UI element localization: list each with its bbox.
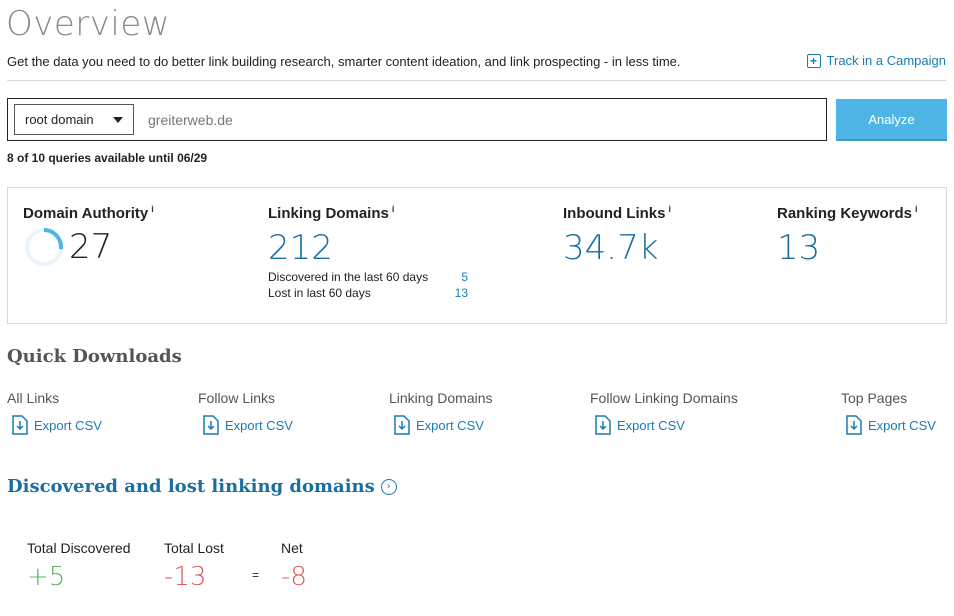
query-quota: 8 of 10 queries available until 06/29 — [7, 151, 208, 165]
file-download-icon — [12, 415, 28, 435]
discovered-label: Discovered in the last 60 days — [268, 270, 429, 284]
total-discovered: Total Discovered +5 — [27, 540, 131, 592]
info-icon[interactable]: i — [151, 204, 154, 214]
export-csv-link[interactable]: Export CSV — [12, 415, 102, 435]
download-label: All Links — [7, 390, 60, 406]
file-download-icon — [846, 415, 862, 435]
download-follow-linking-domains: Follow Linking Domains Export CSV — [590, 390, 738, 435]
track-in-campaign-link[interactable]: + Track in a Campaign — [806, 53, 946, 68]
caret-down-icon — [113, 116, 123, 123]
net-label: Net — [281, 540, 303, 556]
metrics-panel: Domain Authority i 27 Linking Domains i 21… — [7, 187, 947, 324]
download-linking-domains: Linking Domains Export CSV — [389, 390, 493, 435]
download-label: Top Pages — [841, 390, 908, 406]
info-icon[interactable]: i — [915, 204, 918, 214]
lost-label: Lost in last 60 days — [268, 286, 371, 300]
download-all-links: All Links Export CSV — [7, 390, 102, 435]
total-lost: Total Lost -13 — [164, 540, 224, 592]
domain-authority-label: Domain Authority i — [23, 204, 154, 222]
inbound-links-label: Inbound Links i — [563, 204, 672, 222]
info-icon[interactable]: i — [392, 204, 395, 214]
ranking-keywords-value: 13 — [777, 228, 821, 268]
equals-sign: = — [252, 568, 260, 582]
linking-domains-label: Linking Domains i — [268, 204, 395, 222]
export-csv-link[interactable]: Export CSV — [394, 415, 493, 435]
page-title: Overview — [6, 4, 171, 44]
discovered-count[interactable]: 5 — [461, 270, 468, 284]
chevron-right-icon[interactable]: › — [380, 478, 397, 495]
lost-count[interactable]: 13 — [455, 286, 468, 300]
download-top-pages: Top Pages Export CSV — [841, 390, 936, 435]
export-csv-link[interactable]: Export CSV — [846, 415, 936, 435]
linking-domains-value: 212 — [268, 228, 333, 268]
ranking-keywords-label: Ranking Keywords i — [777, 204, 918, 222]
discovered-lost-heading: Discovered and lost linking domains › — [7, 476, 397, 497]
scope-select[interactable]: root domain — [14, 104, 134, 135]
domain-input[interactable] — [148, 111, 826, 128]
export-csv-link[interactable]: Export CSV — [203, 415, 293, 435]
file-download-icon — [394, 415, 410, 435]
download-label: Linking Domains — [389, 390, 493, 406]
domain-authority-metric: Domain Authority i 27 — [23, 204, 154, 268]
plus-icon: + — [806, 53, 821, 68]
inbound-links-value: 34.7k — [563, 228, 659, 268]
linking-domains-metric: Linking Domains i 212 Discovered in the l… — [268, 204, 468, 300]
file-download-icon — [203, 415, 219, 435]
total-discovered-value: +5 — [27, 562, 66, 592]
total-lost-value: -13 — [164, 562, 207, 592]
inbound-links-metric: Inbound Links i 34.7k — [563, 204, 671, 268]
scope-select-value: root domain — [25, 112, 94, 127]
info-icon[interactable]: i — [669, 204, 672, 214]
export-csv-link[interactable]: Export CSV — [595, 415, 738, 435]
track-in-campaign-label: Track in a Campaign — [826, 53, 946, 68]
domain-authority-value: 27 — [69, 227, 113, 267]
download-label: Follow Links — [198, 390, 276, 406]
search-bar: root domain — [7, 98, 827, 141]
file-download-icon — [595, 415, 611, 435]
total-discovered-label: Total Discovered — [27, 540, 131, 556]
total-lost-label: Total Lost — [164, 540, 224, 556]
download-label: Follow Linking Domains — [590, 390, 738, 406]
ranking-keywords-metric: Ranking Keywords i 13 — [777, 204, 918, 268]
header-divider — [7, 80, 946, 81]
quick-downloads-heading: Quick Downloads — [7, 346, 182, 367]
discovered-row: Discovered in the last 60 days 5 — [268, 270, 468, 284]
page-subtitle: Get the data you need to do better link … — [7, 54, 681, 69]
net: Net -8 — [281, 540, 307, 592]
analyze-button[interactable]: Analyze — [836, 99, 947, 141]
lost-row: Lost in last 60 days 13 — [268, 286, 468, 300]
domain-authority-ring — [25, 228, 63, 266]
download-follow-links: Follow Links Export CSV — [198, 390, 293, 435]
net-value: -8 — [281, 562, 307, 592]
